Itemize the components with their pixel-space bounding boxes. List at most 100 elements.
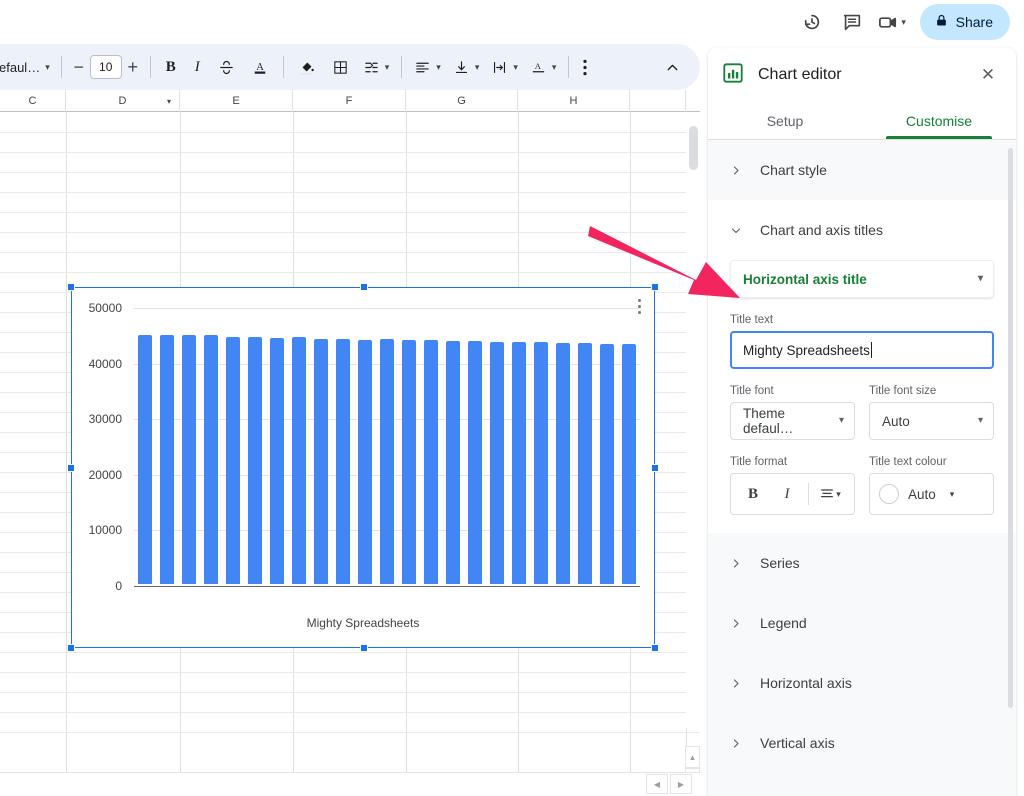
- chart-bar[interactable]: [358, 339, 372, 584]
- chart-bar[interactable]: [226, 336, 240, 584]
- title-font-value: Theme defaul…: [743, 406, 794, 436]
- horizontal-scrollbar[interactable]: ◀ ▶: [0, 772, 700, 796]
- font-family-selector[interactable]: efaul… ▾: [0, 52, 55, 82]
- column-header-g[interactable]: G: [406, 90, 518, 112]
- chevron-down-icon[interactable]: ▾: [513, 62, 518, 72]
- chart-bar[interactable]: [314, 338, 328, 584]
- italic-button[interactable]: I: [185, 52, 210, 82]
- font-family-label: efaul…: [0, 59, 41, 75]
- vertical-align-icon[interactable]: ▾: [447, 52, 486, 82]
- text-rotation-icon[interactable]: A ▾: [524, 52, 563, 82]
- title-font-size-select[interactable]: Auto ▾: [869, 402, 994, 440]
- vertical-scrollbar[interactable]: [686, 112, 700, 728]
- merge-cells-icon[interactable]: ▾: [357, 52, 396, 82]
- title-font-select[interactable]: Theme defaul… ▾: [730, 402, 855, 440]
- title-type-select[interactable]: Horizontal axis title ▾: [730, 260, 994, 298]
- title-text-label: Title text: [730, 314, 774, 326]
- chart-bar[interactable]: [556, 342, 570, 584]
- grid-row-line: [0, 152, 700, 153]
- resize-handle-ne[interactable]: [651, 283, 659, 291]
- version-history-icon[interactable]: [794, 4, 830, 40]
- chart-bar[interactable]: [490, 341, 504, 584]
- chevron-down-icon[interactable]: ▾: [385, 62, 390, 72]
- tab-customise[interactable]: Customise: [862, 102, 1016, 139]
- chevron-right-icon: [730, 164, 742, 177]
- title-italic-button[interactable]: I: [771, 478, 803, 510]
- column-header-e[interactable]: E: [180, 90, 293, 112]
- text-align-icon[interactable]: ▾: [814, 478, 846, 510]
- chart-object[interactable]: 0 10000 20000 30000 40000 50000 Mighty Spread…: [67, 283, 659, 652]
- more-options-icon[interactable]: [575, 52, 595, 82]
- editor-scroll-thumb[interactable]: [1008, 148, 1013, 708]
- strikethrough-icon[interactable]: [210, 52, 243, 82]
- resize-handle-n[interactable]: [360, 283, 368, 291]
- chart-bar[interactable]: [600, 343, 614, 584]
- chart-bar[interactable]: [446, 341, 460, 584]
- scroll-up-arrow[interactable]: ▲: [685, 746, 700, 768]
- section-vertical-axis[interactable]: Vertical axis: [708, 713, 1016, 773]
- section-chart-and-axis-titles-header[interactable]: Chart and axis titles: [708, 200, 1016, 260]
- chart-bar[interactable]: [380, 339, 394, 584]
- column-header-c[interactable]: C: [0, 90, 66, 112]
- increase-font-size-button[interactable]: +: [122, 52, 144, 82]
- title-text-colour-value: Auto: [908, 486, 936, 502]
- chart-bar[interactable]: [512, 342, 526, 584]
- column-header-blank[interactable]: [630, 90, 686, 112]
- section-horizontal-axis[interactable]: Horizontal axis: [708, 653, 1016, 713]
- chart-bar[interactable]: [160, 334, 174, 584]
- title-text-input[interactable]: Mighty Spreadsheets: [730, 331, 994, 369]
- column-header-d[interactable]: D ▾: [66, 90, 180, 112]
- title-bold-button[interactable]: B: [737, 478, 769, 510]
- scroll-left-arrow[interactable]: ◀: [646, 774, 668, 794]
- chart-options-kebab-icon[interactable]: [632, 295, 646, 317]
- spreadsheet-toolbar: efaul… ▾ − 10 + B I A ▾ ▾ ▾ ▾ A ▾: [0, 44, 700, 90]
- column-header-f[interactable]: F: [293, 90, 406, 112]
- chart-editor-header: Chart editor ✕: [708, 48, 1016, 102]
- chart-bar[interactable]: [270, 337, 284, 584]
- meet-caret-icon[interactable]: ▾: [901, 17, 906, 28]
- text-colour-icon[interactable]: A: [243, 52, 277, 82]
- borders-icon[interactable]: [324, 52, 357, 82]
- chevron-down-icon[interactable]: ▾: [552, 62, 557, 72]
- resize-handle-nw[interactable]: [67, 283, 75, 291]
- column-header-h[interactable]: H: [518, 90, 630, 112]
- chevron-down-icon[interactable]: ▾: [475, 62, 480, 72]
- column-filter-caret-icon[interactable]: ▾: [167, 97, 171, 106]
- fill-colour-icon[interactable]: [290, 52, 324, 82]
- chart-bar[interactable]: [336, 338, 350, 584]
- chevron-down-icon[interactable]: ▾: [436, 62, 441, 72]
- section-chart-style[interactable]: Chart style: [708, 140, 1016, 200]
- chart-bar[interactable]: [204, 335, 218, 584]
- close-icon[interactable]: ✕: [974, 61, 1002, 89]
- chart-bar[interactable]: [138, 334, 152, 584]
- vertical-scroll-thumb[interactable]: [689, 126, 698, 170]
- chart-bar[interactable]: [402, 339, 416, 584]
- title-text-colour-select[interactable]: Auto ▾: [869, 473, 994, 515]
- font-size-input[interactable]: 10: [89, 55, 122, 79]
- chart-bar[interactable]: [424, 340, 438, 584]
- text-wrapping-icon[interactable]: ▾: [485, 52, 524, 82]
- meet-icon[interactable]: ▾: [874, 4, 910, 40]
- section-series[interactable]: Series: [708, 533, 1016, 593]
- bold-button[interactable]: B: [157, 52, 185, 82]
- comment-icon[interactable]: [834, 4, 870, 40]
- decrease-font-size-button[interactable]: −: [68, 52, 90, 82]
- section-legend[interactable]: Legend: [708, 593, 1016, 653]
- chart-bar[interactable]: [248, 336, 262, 584]
- chart-bar[interactable]: [534, 342, 548, 584]
- resize-handle-s[interactable]: [360, 644, 368, 652]
- tab-setup[interactable]: Setup: [708, 102, 862, 139]
- resize-handle-w[interactable]: [67, 464, 75, 472]
- scroll-right-arrow[interactable]: ▶: [670, 774, 692, 794]
- resize-handle-sw[interactable]: [67, 644, 75, 652]
- horizontal-align-icon[interactable]: ▾: [408, 52, 447, 82]
- share-button[interactable]: Share: [919, 4, 1010, 40]
- resize-handle-e[interactable]: [651, 464, 659, 472]
- collapse-toolbar-icon[interactable]: [659, 52, 686, 82]
- chart-bar[interactable]: [622, 343, 636, 584]
- chart-bar[interactable]: [292, 337, 306, 584]
- chart-bar[interactable]: [578, 342, 592, 584]
- chart-bar[interactable]: [182, 335, 196, 584]
- chart-bar[interactable]: [468, 341, 482, 584]
- resize-handle-se[interactable]: [651, 644, 659, 652]
